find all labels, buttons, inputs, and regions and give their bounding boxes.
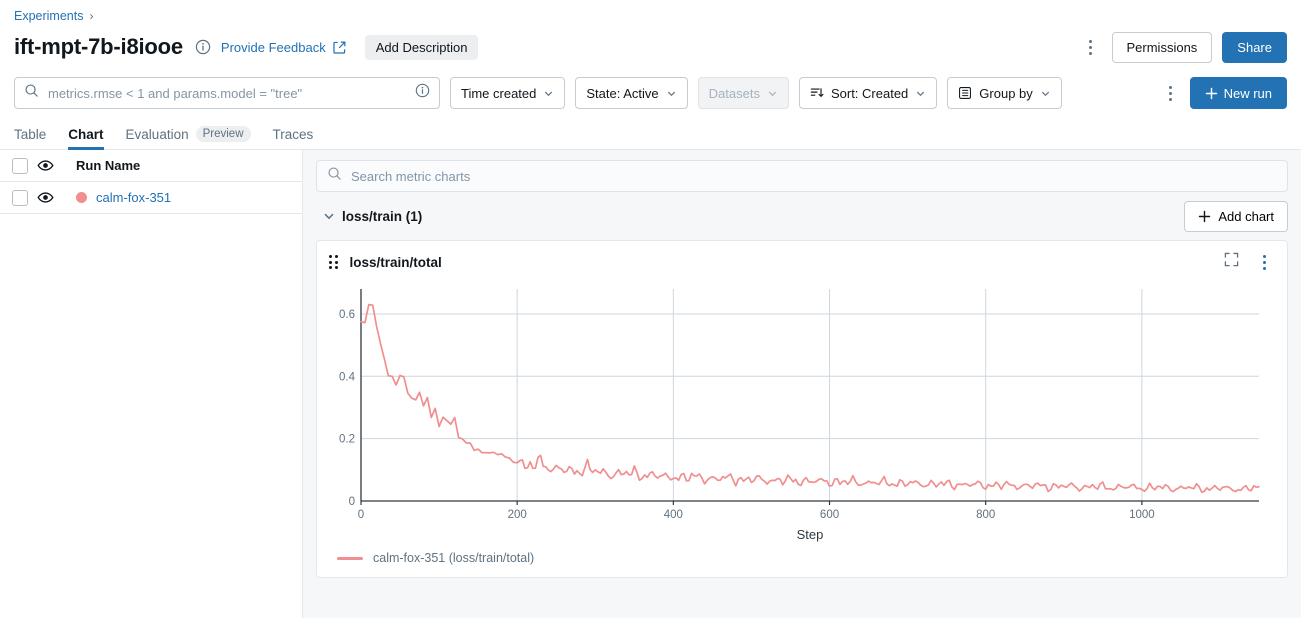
state-filter[interactable]: State: Active [575,77,688,109]
title-row: ift-mpt-7b-i8iooe Provide Feedback Add D… [0,24,1301,68]
search-query-text: metrics.rmse < 1 and params.model = "tre… [48,85,303,101]
chevron-down-icon [545,91,553,96]
sort-label: Sort: Created [830,85,909,101]
svg-text:Step: Step [797,527,824,542]
search-input[interactable]: metrics.rmse < 1 and params.model = "tre… [14,77,440,109]
toolbar-right-actions: New run [1160,77,1287,109]
tab-table-label: Table [14,127,47,142]
svg-text:1000: 1000 [1129,509,1155,521]
svg-text:200: 200 [508,509,527,521]
chart-kebab-menu-icon[interactable] [1253,250,1275,274]
chart-card-header: loss/train/total [329,249,1275,275]
svg-text:0.4: 0.4 [339,371,356,383]
charts-panel: Search metric charts loss/train (1) Add … [303,150,1301,618]
fullscreen-icon[interactable] [1224,252,1239,272]
table-row[interactable]: calm-fox-351 [0,182,302,214]
loss-line-chart: 0 0.2 0.4 0.6 0 200 400 600 800 1000 Step [339,289,1260,542]
select-all-checkbox[interactable] [12,157,28,174]
plus-icon [1205,87,1217,99]
visibility-all-eye-icon[interactable] [28,157,62,174]
chevron-down-icon [768,91,777,96]
sort-filter[interactable]: Sort: Created [798,77,938,109]
breadcrumb: Experiments › [0,0,1301,24]
breadcrumb-separator: › [89,8,94,23]
legend-color-swatch [337,556,363,560]
group-by-label: Group by [979,85,1033,101]
chart-plot-area[interactable]: 0 0.2 0.4 0.6 0 200 400 600 800 1000 Step [329,279,1275,547]
svg-text:800: 800 [976,509,995,521]
chart-legend: calm-fox-351 (loss/train/total) [329,551,1275,565]
drag-handle-icon[interactable] [329,255,338,269]
main-body: Run Name calm-fox-351 Search metric char… [0,150,1301,618]
view-tabs: Table Chart Evaluation Preview Traces [0,120,1301,150]
chart-card-actions [1224,250,1275,274]
metric-chart-card: loss/train/total 0 0.2 0.4 0.6 0 200 400 600 800… [316,240,1288,578]
chevron-down-icon [1041,91,1049,96]
svg-text:600: 600 [820,509,839,521]
permissions-button[interactable]: Permissions [1111,31,1213,63]
run-name-link[interactable]: calm-fox-351 [96,190,171,205]
search-info-icon[interactable] [415,83,430,103]
legend-label: calm-fox-351 (loss/train/total) [373,551,535,565]
search-icon [327,166,342,186]
tab-chart[interactable]: Chart [68,127,104,150]
chevron-down-icon [667,91,675,96]
run-color-swatch [76,192,87,203]
add-chart-button[interactable]: Add chart [1184,200,1288,232]
tab-evaluation[interactable]: Evaluation Preview [126,126,251,149]
tab-chart-label: Chart [68,127,104,142]
external-link-icon[interactable] [332,40,347,55]
group-by-filter[interactable]: Group by [947,77,1062,109]
metric-group-title: loss/train (1) [342,208,423,224]
header-kebab-menu-icon[interactable] [1080,35,1102,59]
chevron-down-icon[interactable] [316,209,342,223]
group-by-icon [959,87,972,99]
filter-toolbar: metrics.rmse < 1 and params.model = "tre… [0,68,1301,120]
provide-feedback-link[interactable]: Provide Feedback [221,40,326,55]
share-button[interactable]: Share [1222,31,1287,63]
preview-badge: Preview [195,126,251,142]
svg-text:0.6: 0.6 [339,309,355,321]
title-actions: Permissions Share [1080,31,1287,63]
row-checkbox[interactable] [12,189,28,206]
chart-title: loss/train/total [349,254,442,270]
time-created-filter[interactable]: Time created [450,77,566,109]
page-title: ift-mpt-7b-i8iooe [14,34,183,59]
datasets-label: Datasets [708,85,760,101]
experiment-page: Experiments › ift-mpt-7b-i8iooe Provide … [0,0,1301,620]
run-name-column-header: Run Name [76,158,141,173]
svg-text:400: 400 [664,509,683,521]
breadcrumb-experiments-link[interactable]: Experiments [14,9,83,23]
svg-text:0.2: 0.2 [339,434,355,446]
tab-traces[interactable]: Traces [273,127,314,149]
add-chart-label: Add chart [1218,208,1274,224]
chevron-down-icon [917,91,925,96]
new-run-button[interactable]: New run [1189,77,1287,109]
tab-traces-label: Traces [272,127,314,142]
state-label: State: Active [586,85,659,101]
datasets-filter: Datasets [697,77,789,109]
new-run-label: New run [1223,85,1272,101]
toolbar-kebab-menu-icon[interactable] [1160,81,1182,105]
info-icon[interactable] [195,39,211,55]
search-icon [24,83,39,103]
metric-group-header: loss/train (1) Add chart [316,192,1288,240]
metric-search-input[interactable]: Search metric charts [316,160,1288,192]
tab-evaluation-label: Evaluation [125,126,189,142]
sort-icon [810,88,824,97]
runs-panel: Run Name calm-fox-351 [0,150,303,618]
row-eye-icon[interactable] [28,189,62,206]
svg-text:0: 0 [358,509,364,521]
plus-icon [1199,210,1211,222]
runs-header-row: Run Name [0,150,302,182]
svg-text:0: 0 [349,496,355,508]
time-created-label: Time created [461,85,537,101]
add-description-button[interactable]: Add Description [364,34,479,60]
tab-table[interactable]: Table [14,127,46,149]
metric-search-placeholder: Search metric charts [351,168,471,184]
